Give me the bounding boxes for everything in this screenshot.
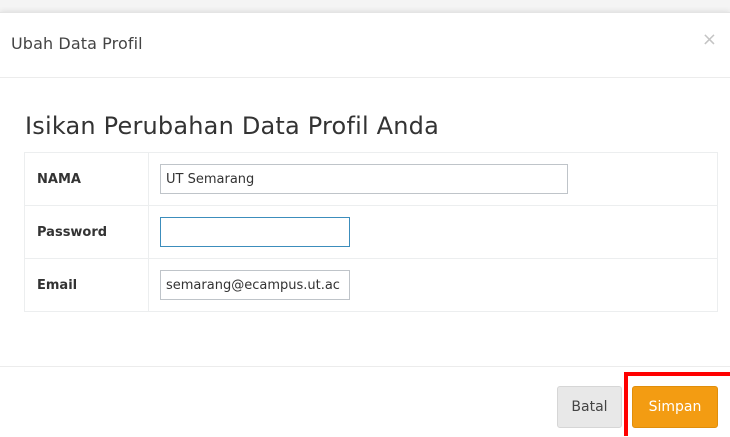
form-row-email: Email (24, 258, 718, 312)
form-heading: Isikan Perubahan Data Profil Anda (25, 112, 440, 140)
password-cell (148, 205, 718, 259)
modal-footer: Batal Simpan (0, 366, 730, 437)
password-label: Password (24, 205, 149, 259)
email-label: Email (24, 258, 149, 312)
email-input[interactable] (160, 270, 350, 300)
nama-cell (148, 152, 718, 206)
form-row-password: Password (24, 205, 718, 259)
cancel-button[interactable]: Batal (557, 386, 622, 428)
email-cell (148, 258, 718, 312)
profile-form-table: NAMA Password Email (24, 152, 718, 312)
nama-label: NAMA (24, 152, 149, 206)
save-button[interactable]: Simpan (632, 386, 718, 428)
modal-header: Ubah Data Profil × (0, 13, 730, 78)
password-input[interactable] (160, 217, 350, 247)
close-icon[interactable]: × (702, 30, 717, 50)
modal-title: Ubah Data Profil (11, 34, 143, 53)
form-row-nama: NAMA (24, 152, 718, 206)
nama-input[interactable] (160, 164, 568, 194)
